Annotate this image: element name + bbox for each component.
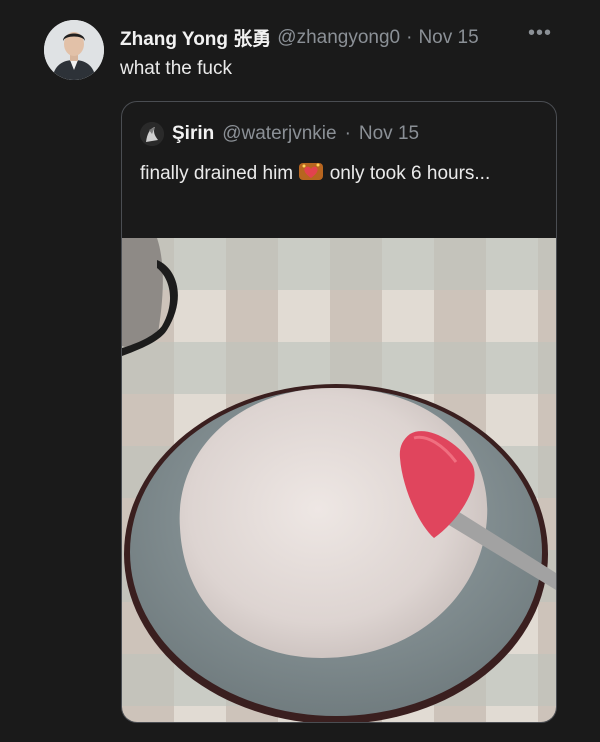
quoted-profile-icon	[140, 122, 164, 146]
quoted-text: finally drained him only took 6 hours...	[140, 160, 540, 188]
quoted-text-start: finally drained him	[140, 163, 294, 184]
quoted-avatar[interactable]	[140, 122, 164, 146]
quoted-date[interactable]: Nov 15	[359, 123, 419, 145]
profile-photo-icon	[44, 20, 104, 80]
quoted-author-name[interactable]: Şirin	[172, 123, 214, 145]
quoted-media-image[interactable]	[122, 238, 556, 722]
quoted-author-handle[interactable]: @waterjvnkie	[222, 123, 336, 145]
bowl-photo	[122, 238, 556, 722]
sparkle-heart-emoji-icon	[298, 160, 324, 182]
separator: ·	[406, 26, 413, 48]
tweet-text: what the fuck	[120, 58, 232, 79]
quoted-header: Şirin @waterjvnkie · Nov 15	[140, 122, 419, 146]
quoted-text-end: only took 6 hours...	[329, 163, 491, 184]
tweet-header: Zhang Yong 张勇 @zhangyong0 · Nov 15	[120, 24, 479, 51]
tweet-card[interactable]: Zhang Yong 张勇 @zhangyong0 · Nov 15 ••• w…	[0, 0, 600, 742]
author-handle[interactable]: @zhangyong0	[277, 27, 400, 49]
more-horizontal-icon[interactable]: •••	[528, 22, 552, 45]
avatar[interactable]	[44, 20, 104, 80]
separator: ·	[344, 123, 351, 144]
author-name[interactable]: Zhang Yong 张勇	[120, 24, 271, 51]
quoted-tweet[interactable]: Şirin @waterjvnkie · Nov 15 finally drai…	[121, 101, 557, 723]
tweet-date[interactable]: Nov 15	[418, 27, 478, 49]
